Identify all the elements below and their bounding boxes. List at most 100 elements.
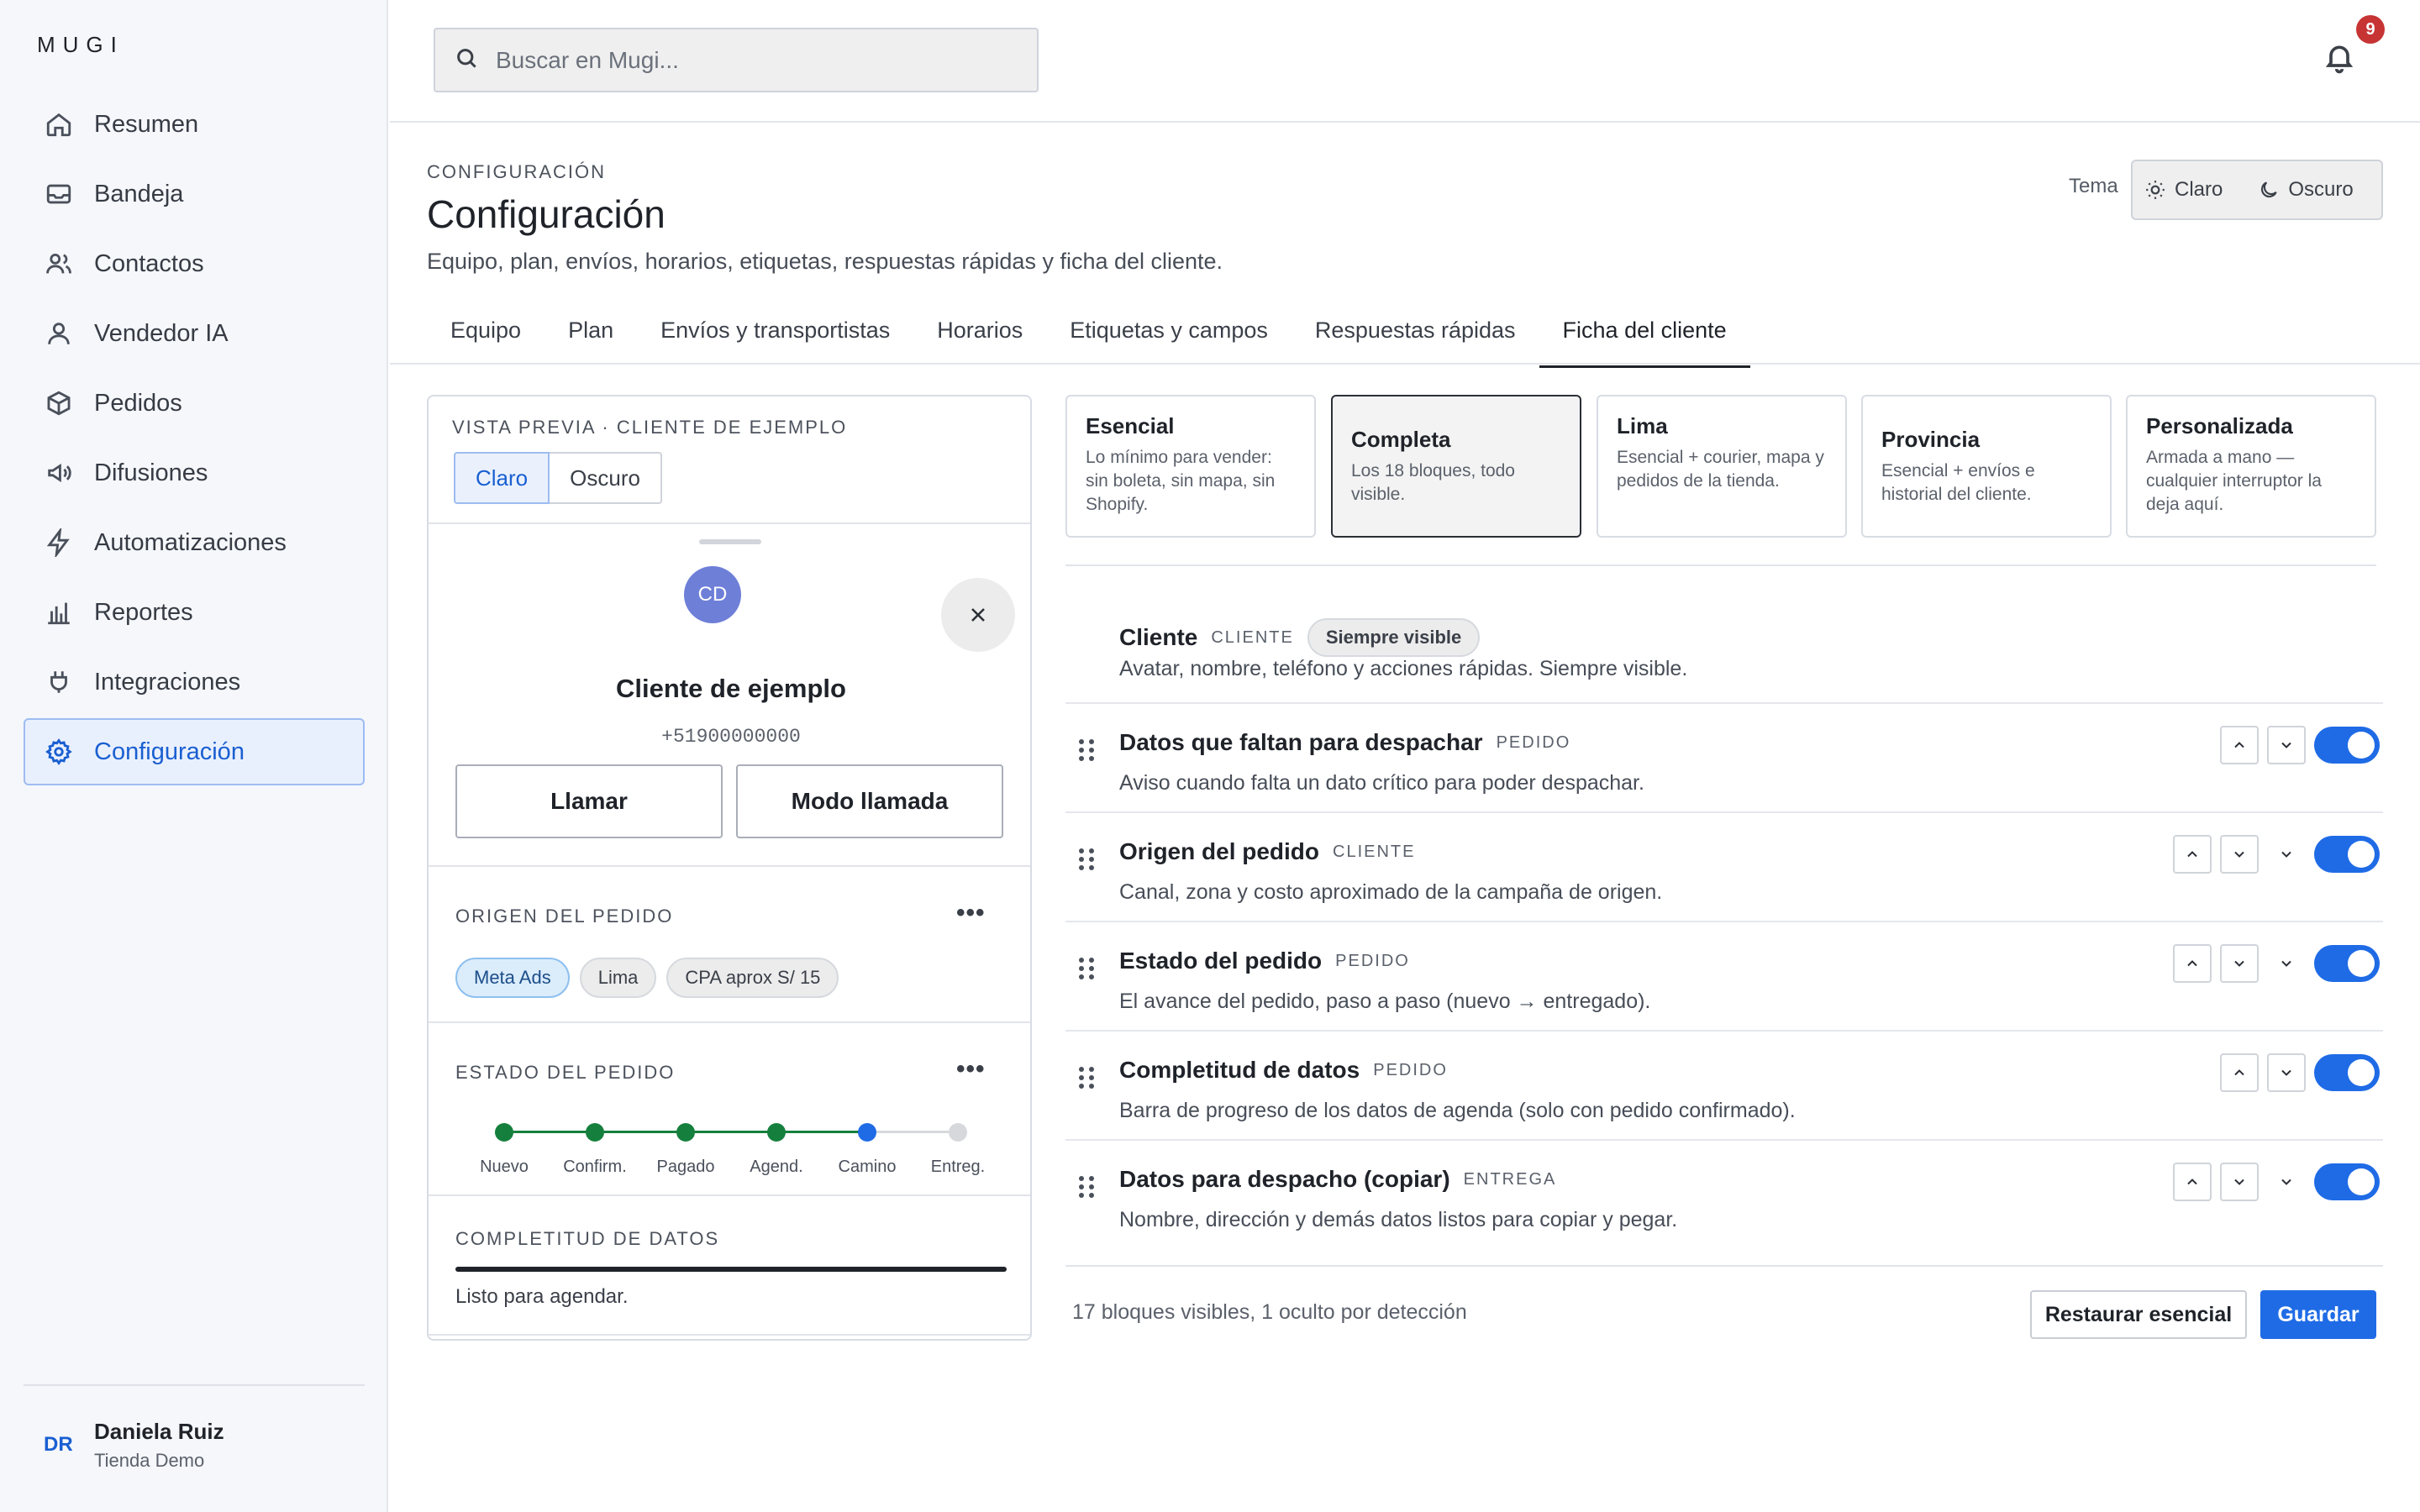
block-heading: Datos que faltan para despachar PEDIDO bbox=[1119, 729, 1570, 756]
sidebar-item-difusiones[interactable]: Difusiones bbox=[24, 439, 365, 507]
expand-button[interactable] bbox=[2267, 1163, 2306, 1201]
tab-etiquetas[interactable]: Etiquetas y campos bbox=[1046, 312, 1292, 368]
call-button[interactable]: Llamar bbox=[455, 764, 723, 838]
sidebar-item-reportes[interactable]: Reportes bbox=[24, 579, 365, 646]
bolt-icon bbox=[44, 528, 74, 558]
footer-divider bbox=[1065, 1265, 2383, 1267]
preview-dark-button[interactable]: Oscuro bbox=[550, 452, 662, 504]
user-profile[interactable]: DR Daniela Ruiz Tienda Demo bbox=[24, 1411, 365, 1478]
block-visibility-toggle[interactable] bbox=[2314, 836, 2380, 873]
drag-handle-icon[interactable] bbox=[1077, 738, 1096, 763]
block-controls bbox=[2173, 1163, 2383, 1201]
move-up-button[interactable] bbox=[2220, 726, 2259, 764]
block-heading: Completitud de datos PEDIDO bbox=[1119, 1057, 1448, 1084]
page-title: Configuración bbox=[427, 192, 666, 236]
tab-respuestas[interactable]: Respuestas rápidas bbox=[1292, 312, 1539, 368]
sidebar-item-configuracion[interactable]: Configuración bbox=[24, 718, 365, 785]
chevron-up-icon bbox=[2187, 960, 2197, 967]
more-icon[interactable]: ••• bbox=[956, 1055, 986, 1084]
sun-icon bbox=[2146, 181, 2165, 199]
preview-divider bbox=[429, 1021, 1030, 1023]
block-description: Nombre, dirección y demás datos listos p… bbox=[1119, 1208, 1678, 1231]
drag-handle[interactable] bbox=[699, 539, 761, 544]
chevron-up-icon bbox=[2187, 851, 2197, 858]
block-title: Datos para despacho (copiar) bbox=[1119, 1166, 1450, 1192]
theme-dark-label: Oscuro bbox=[2288, 178, 2354, 201]
drag-handle-icon[interactable] bbox=[1077, 847, 1096, 872]
preset-card-provincia[interactable]: Provincia Esencial + envíos e historial … bbox=[1861, 395, 2112, 538]
inbox-icon bbox=[44, 179, 74, 209]
move-down-button[interactable] bbox=[2220, 944, 2259, 983]
blocks-summary: 17 bloques visibles, 1 oculto por detecc… bbox=[1072, 1300, 1467, 1324]
expand-button[interactable] bbox=[2267, 944, 2306, 983]
drag-handle-icon[interactable] bbox=[1077, 956, 1096, 981]
block-description: Aviso cuando falta un dato crítico para … bbox=[1119, 771, 1644, 795]
block-visibility-toggle[interactable] bbox=[2314, 945, 2380, 982]
block-visibility-toggle[interactable] bbox=[2314, 1054, 2380, 1091]
preview-divider bbox=[429, 522, 1030, 524]
user-avatar: DR bbox=[44, 1433, 73, 1456]
search-icon bbox=[454, 45, 479, 75]
bell-icon[interactable] bbox=[2323, 40, 2361, 79]
tab-horarios[interactable]: Horarios bbox=[913, 312, 1046, 368]
move-up-button[interactable] bbox=[2173, 835, 2212, 874]
sidebar-item-integraciones[interactable]: Integraciones bbox=[24, 648, 365, 716]
stepper-label: Entreg. bbox=[930, 1158, 986, 1176]
tab-ficha-cliente[interactable]: Ficha del cliente bbox=[1539, 312, 1750, 368]
tab-equipo[interactable]: Equipo bbox=[427, 312, 544, 368]
status-section-title: ESTADO DEL PEDIDO bbox=[455, 1062, 676, 1083]
move-down-button[interactable] bbox=[2220, 1163, 2259, 1201]
preset-description: Armada a mano — cualquier interruptor la… bbox=[2146, 448, 2322, 514]
move-up-button[interactable] bbox=[2173, 944, 2212, 983]
theme-dark-button[interactable]: Oscuro bbox=[2258, 178, 2354, 202]
restore-essential-button[interactable]: Restaurar esencial bbox=[2030, 1290, 2247, 1339]
tab-plan[interactable]: Plan bbox=[544, 312, 637, 368]
more-icon[interactable]: ••• bbox=[956, 899, 986, 927]
settings-tabs: Equipo Plan Envíos y transportistas Hora… bbox=[427, 312, 1750, 368]
sidebar-item-bandeja[interactable]: Bandeja bbox=[24, 160, 365, 228]
customer-avatar: CD bbox=[684, 566, 741, 623]
block-tag: PEDIDO bbox=[1496, 732, 1571, 752]
block-tag: CLIENTE bbox=[1333, 842, 1416, 861]
preset-card-completa[interactable]: Completa Los 18 bloques, todo visible. bbox=[1331, 395, 1581, 538]
block-row-cliente: Cliente CLIENTE Siempre visible Avatar, … bbox=[1065, 593, 2383, 704]
preview-heading: VISTA PREVIA · CLIENTE DE EJEMPLO bbox=[452, 417, 848, 438]
block-visibility-toggle[interactable] bbox=[2314, 727, 2380, 764]
move-up-button[interactable] bbox=[2173, 1163, 2212, 1201]
sidebar-item-pedidos[interactable]: Pedidos bbox=[24, 370, 365, 437]
chevron-down-icon bbox=[2281, 1069, 2291, 1076]
drag-handle-icon[interactable] bbox=[1077, 1174, 1096, 1200]
sidebar-item-vendedor-ia[interactable]: Vendedor IA bbox=[24, 300, 365, 367]
expand-button[interactable] bbox=[2267, 835, 2306, 874]
sidebar-item-label: Pedidos bbox=[94, 389, 182, 417]
move-down-button[interactable] bbox=[2220, 835, 2259, 874]
block-tag: ENTREGA bbox=[1463, 1169, 1557, 1189]
preset-card-personalizada[interactable]: Personalizada Armada a mano — cualquier … bbox=[2126, 395, 2376, 538]
save-button[interactable]: Guardar bbox=[2260, 1290, 2376, 1339]
completeness-status: Listo para agendar. bbox=[455, 1285, 629, 1308]
move-down-button[interactable] bbox=[2267, 726, 2306, 764]
close-button[interactable] bbox=[941, 578, 1015, 652]
block-controls bbox=[2173, 944, 2383, 983]
stepper-connector bbox=[776, 1131, 867, 1133]
block-visibility-toggle[interactable] bbox=[2314, 1163, 2380, 1200]
block-heading: Estado del pedido PEDIDO bbox=[1119, 948, 1410, 974]
preview-light-button[interactable]: Claro bbox=[454, 452, 550, 504]
theme-light-button[interactable]: Claro bbox=[2144, 178, 2223, 202]
sidebar-item-contactos[interactable]: Contactos bbox=[24, 230, 365, 297]
box-icon bbox=[44, 388, 74, 418]
drag-handle-icon[interactable] bbox=[1077, 1065, 1096, 1090]
move-up-button[interactable] bbox=[2220, 1053, 2259, 1092]
sidebar-item-automatizaciones[interactable]: Automatizaciones bbox=[24, 509, 365, 576]
brand-logo[interactable]: MUGI bbox=[37, 32, 124, 58]
page-eyebrow: CONFIGURACIÓN bbox=[427, 161, 606, 182]
preset-card-lima[interactable]: Lima Esencial + courier, mapa y pedidos … bbox=[1597, 395, 1847, 538]
block-heading: Datos para despacho (copiar) ENTREGA bbox=[1119, 1166, 1556, 1193]
sidebar-item-label: Vendedor IA bbox=[94, 319, 229, 347]
sidebar-item-resumen[interactable]: Resumen bbox=[24, 91, 365, 158]
search-input[interactable]: Buscar en Mugi... bbox=[434, 28, 1039, 92]
call-mode-button[interactable]: Modo llamada bbox=[736, 764, 1003, 838]
tab-envios[interactable]: Envíos y transportistas bbox=[637, 312, 913, 368]
move-down-button[interactable] bbox=[2267, 1053, 2306, 1092]
preset-card-esencial[interactable]: Esencial Lo mínimo para vender: sin bole… bbox=[1065, 395, 1316, 538]
